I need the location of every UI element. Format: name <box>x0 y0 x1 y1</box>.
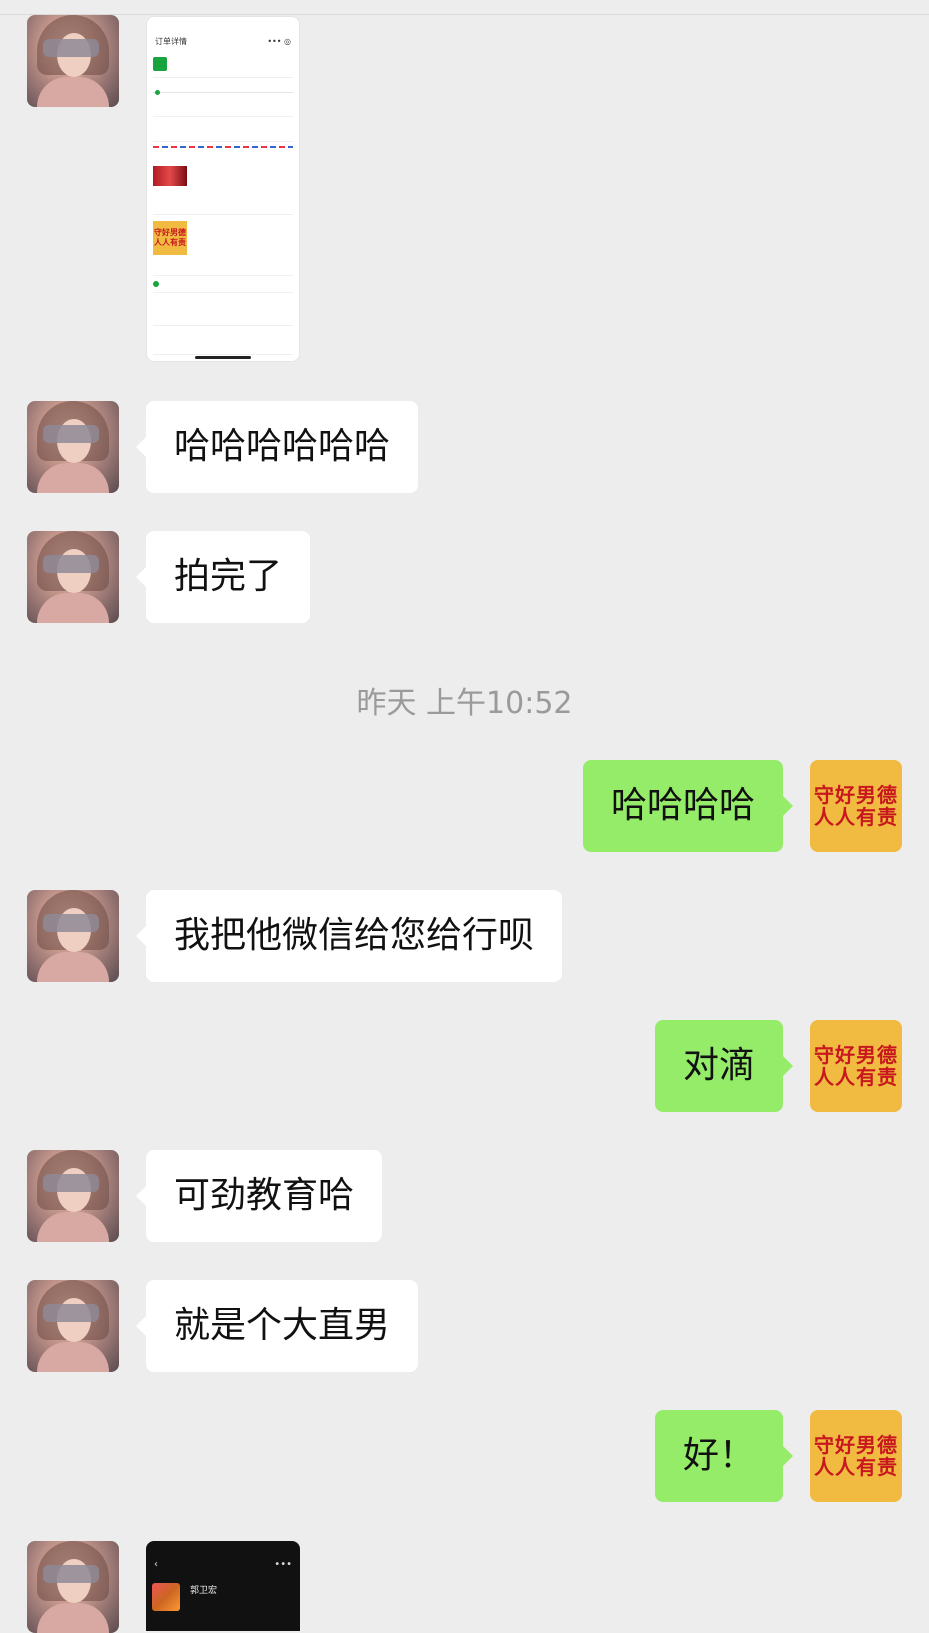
shot2-profile-name: 郭卫宏 <box>190 1586 218 1596</box>
shared-screenshot-order-detail[interactable]: 订单详情 ••• ◎ 守好男德 人人有责 <box>146 16 300 362</box>
shot2-nav-bar: ‹ ••• <box>146 1555 300 1573</box>
message-bubble-incoming[interactable]: 可劲教育哈 <box>135 1150 383 1242</box>
message-timestamp: 昨天 上午10:52 <box>356 686 573 721</box>
shot-order-icon <box>153 57 167 71</box>
message-bubble-outgoing[interactable]: 好！ <box>654 1410 794 1502</box>
top-divider <box>0 0 929 15</box>
my-avatar[interactable]: 守好男德 人人有责 <box>810 1410 902 1502</box>
message-bubble-incoming[interactable]: 哈哈哈哈哈哈 <box>135 401 419 493</box>
shot-progress-row <box>153 90 293 117</box>
contact-avatar[interactable] <box>27 15 119 107</box>
shot-product-image <box>153 166 187 186</box>
shot-nav-title: 订单详情 <box>155 36 187 46</box>
message-bubble-incoming[interactable]: 我把他微信给您给行呗 <box>135 890 563 982</box>
message-bubble-outgoing[interactable]: 哈哈哈哈 <box>582 760 794 852</box>
shot-status-bar <box>147 17 299 31</box>
shot-summary-row <box>153 293 293 326</box>
shot-order-status-row <box>153 51 293 78</box>
contact-avatar[interactable] <box>27 531 119 623</box>
shot-item-row-2: 守好男德 人人有责 <box>153 215 293 276</box>
contact-avatar[interactable] <box>27 1150 119 1242</box>
shot-more-icon: ••• ◎ <box>267 36 291 46</box>
contact-avatar[interactable] <box>27 890 119 982</box>
message-bubble-incoming[interactable]: 拍完了 <box>135 531 311 623</box>
shot-guarantee-row <box>153 276 293 293</box>
shot-home-indicator <box>195 356 251 359</box>
contact-avatar[interactable] <box>27 1280 119 1372</box>
my-avatar[interactable]: 守好男德 人人有责 <box>810 1020 902 1112</box>
shot2-more-icon: ••• <box>274 1558 292 1570</box>
shared-screenshot-profile[interactable]: ‹ ••• 郭卫宏 <box>146 1541 300 1631</box>
my-avatar[interactable]: 守好男德 人人有责 <box>810 760 902 852</box>
shot-product-tile: 守好男德 人人有责 <box>153 221 187 255</box>
shot-item-row-1 <box>153 152 293 215</box>
shot2-profile-photo <box>152 1583 180 1611</box>
shot-address-divider <box>153 146 293 148</box>
shot2-status-bar <box>146 1541 300 1555</box>
shot2-back-icon: ‹ <box>154 1558 158 1570</box>
shot-actions-row <box>153 326 293 355</box>
message-bubble-outgoing[interactable]: 对滴 <box>654 1020 794 1112</box>
contact-avatar[interactable] <box>27 401 119 493</box>
shot-address-row <box>153 117 293 142</box>
shot-nav-bar: 订单详情 ••• ◎ <box>147 31 299 51</box>
contact-avatar[interactable] <box>27 1541 119 1633</box>
message-bubble-incoming[interactable]: 就是个大直男 <box>135 1280 419 1372</box>
